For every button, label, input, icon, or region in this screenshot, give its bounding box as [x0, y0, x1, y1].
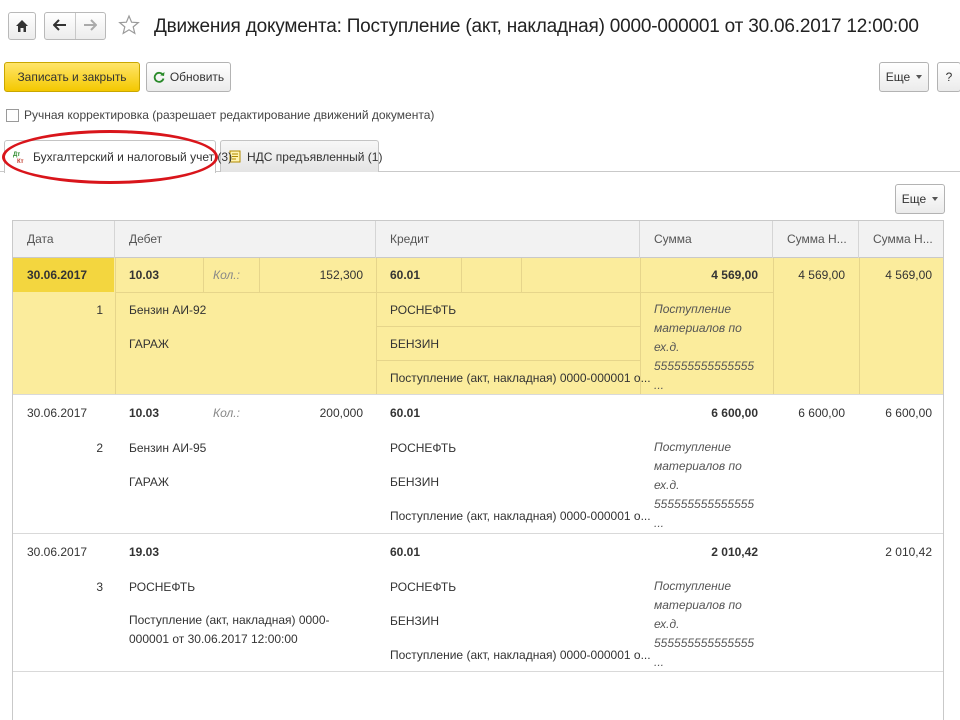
debit-account: 19.03	[129, 545, 160, 559]
amount-nu-dt: 6 600,00	[798, 406, 845, 420]
debit-subconto-1: РОСНЕФТЬ	[129, 580, 196, 594]
home-button[interactable]	[8, 12, 36, 40]
grid-more-button[interactable]: Еще	[895, 184, 945, 214]
credit-subconto-3: Поступление (акт, накладная) 0000-000001…	[390, 509, 651, 523]
refresh-label: Обновить	[169, 70, 225, 84]
column-header-debit[interactable]: Дебет	[115, 221, 376, 258]
qty-label: Кол.:	[213, 268, 240, 282]
manual-correction-row: Ручная корректировка (разрешает редактир…	[6, 108, 434, 122]
credit-subconto-2: БЕНЗИН	[390, 337, 440, 351]
cell-divider	[376, 292, 773, 293]
entry-content: Поступление материалов по ех.д. 55555555…	[654, 579, 755, 669]
home-icon	[15, 19, 29, 33]
arrow-left-icon	[52, 18, 67, 34]
credit-subconto-3: Поступление (акт, накладная) 0000-000001…	[390, 648, 651, 662]
column-divider	[203, 258, 204, 292]
back-button[interactable]	[45, 13, 75, 39]
svg-text:Кт: Кт	[17, 159, 24, 164]
window-title: Движения документа: Поступление (акт, на…	[154, 16, 919, 37]
entry-content: Поступление материалов по ех.д. 55555555…	[654, 302, 755, 392]
history-nav	[44, 12, 106, 40]
row-date: 30.06.2017	[27, 268, 88, 282]
amount-nu-kt: 4 569,00	[885, 268, 932, 282]
amount: 2 010,42	[711, 545, 758, 559]
debit-subconto-1: Бензин АИ-92	[129, 303, 207, 317]
manual-correction-checkbox[interactable]	[6, 108, 19, 122]
credit-subconto-2: БЕНЗИН	[390, 475, 440, 489]
amount-nu-dt: 4 569,00	[798, 268, 845, 282]
debit-subconto-2: ГАРАЖ	[129, 475, 169, 489]
qty-label: Кол.:	[213, 406, 240, 420]
command-bar: Записать и закрыть Обновить Еще ?	[0, 62, 960, 96]
amount-nu-kt: 2 010,42	[885, 545, 932, 559]
column-divider	[521, 258, 522, 292]
row-number: 2	[96, 441, 103, 455]
row-date: 30.06.2017	[27, 406, 88, 420]
svg-text:Дт: Дт	[13, 152, 20, 158]
manual-correction-label: Ручная корректировка (разрешает редактир…	[24, 108, 435, 122]
column-divider	[115, 258, 116, 394]
tab-bar: Дт Кт Бухгалтерский и налоговый учет (3) …	[0, 136, 960, 173]
tab-vat[interactable]: НДС предъявленный (1)	[220, 140, 383, 172]
tab-vat-label: НДС предъявленный (1)	[247, 149, 383, 164]
cell-divider	[376, 360, 640, 361]
title-bar: Движения документа: Поступление (акт, на…	[0, 0, 960, 56]
debit-account: 10.03	[129, 268, 160, 282]
amount: 4 569,00	[711, 268, 758, 282]
tab-accounting-label: Бухгалтерский и налоговый учет (3)	[33, 150, 233, 164]
column-divider	[259, 258, 260, 292]
debit-qty: 200,000	[319, 406, 363, 420]
debit-subconto-2: ГАРАЖ	[129, 337, 169, 351]
refresh-icon	[153, 71, 165, 83]
column-divider	[461, 258, 462, 292]
debit-account: 10.03	[129, 406, 160, 420]
save-and-close-label: Записать и закрыть	[17, 70, 127, 84]
credit-account: 60.01	[390, 545, 421, 559]
more-button[interactable]: Еще	[879, 62, 929, 92]
row-number: 3	[96, 580, 103, 594]
credit-account: 60.01	[390, 406, 421, 420]
table-header: Дата Дебет Кредит Сумма Сумма Н... Сумма…	[13, 221, 943, 258]
star-icon[interactable]	[118, 14, 140, 39]
chevron-down-icon	[932, 197, 939, 201]
grid-more-label: Еще	[901, 192, 927, 206]
cell-divider	[376, 326, 640, 327]
refresh-button[interactable]: Обновить	[146, 62, 231, 92]
row-date: 30.06.2017	[27, 545, 88, 559]
credit-subconto-1: РОСНЕФТЬ	[390, 441, 457, 455]
cell-divider	[115, 292, 376, 293]
tab-accounting[interactable]: Дт Кт Бухгалтерский и налоговый учет (3)	[4, 140, 232, 173]
debit-subconto-2: Поступление (акт, накладная) 0000-000001…	[129, 613, 330, 646]
column-header-amount[interactable]: Сумма	[640, 221, 773, 258]
help-button[interactable]: ?	[937, 62, 960, 92]
credit-account: 60.01	[390, 268, 421, 282]
column-header-amount-nu-dt[interactable]: Сумма Н...	[773, 221, 859, 258]
credit-subconto-1: РОСНЕФТЬ	[390, 303, 457, 317]
column-header-credit[interactable]: Кредит	[376, 221, 640, 258]
credit-subconto-3: Поступление (акт, накладная) 0000-000001…	[390, 371, 651, 385]
debit-subconto-1: Бензин АИ-95	[129, 441, 207, 455]
table-row[interactable]: 30.06.2017 3 19.03 РОСНЕФТЬ Поступление …	[13, 535, 943, 672]
row-number: 1	[96, 303, 103, 317]
movements-table: Дата Дебет Кредит Сумма Сумма Н... Сумма…	[12, 220, 944, 720]
forward-button[interactable]	[74, 13, 106, 39]
amount: 6 600,00	[711, 406, 758, 420]
credit-subconto-1: РОСНЕФТЬ	[390, 580, 457, 594]
dt-kt-icon: Дт Кт	[13, 150, 27, 164]
credit-subconto-2: БЕНЗИН	[390, 614, 440, 628]
chevron-down-icon	[916, 75, 923, 79]
table-row[interactable]: 30.06.2017 1 10.03 Кол.: 152,300 Бензин …	[13, 258, 943, 395]
column-header-amount-nu-kt[interactable]: Сумма Н...	[859, 221, 943, 258]
entry-content: Поступление материалов по ех.д. 55555555…	[654, 440, 755, 530]
arrow-right-icon	[83, 18, 98, 34]
amount-nu-kt: 6 600,00	[885, 406, 932, 420]
more-label: Еще	[885, 70, 911, 84]
save-and-close-button[interactable]: Записать и закрыть	[4, 62, 140, 92]
help-label: ?	[945, 70, 953, 84]
column-header-date[interactable]: Дата	[13, 221, 115, 258]
table-row[interactable]: 30.06.2017 2 10.03 Кол.: 200,000 Бензин …	[13, 396, 943, 534]
debit-qty: 152,300	[319, 268, 363, 282]
